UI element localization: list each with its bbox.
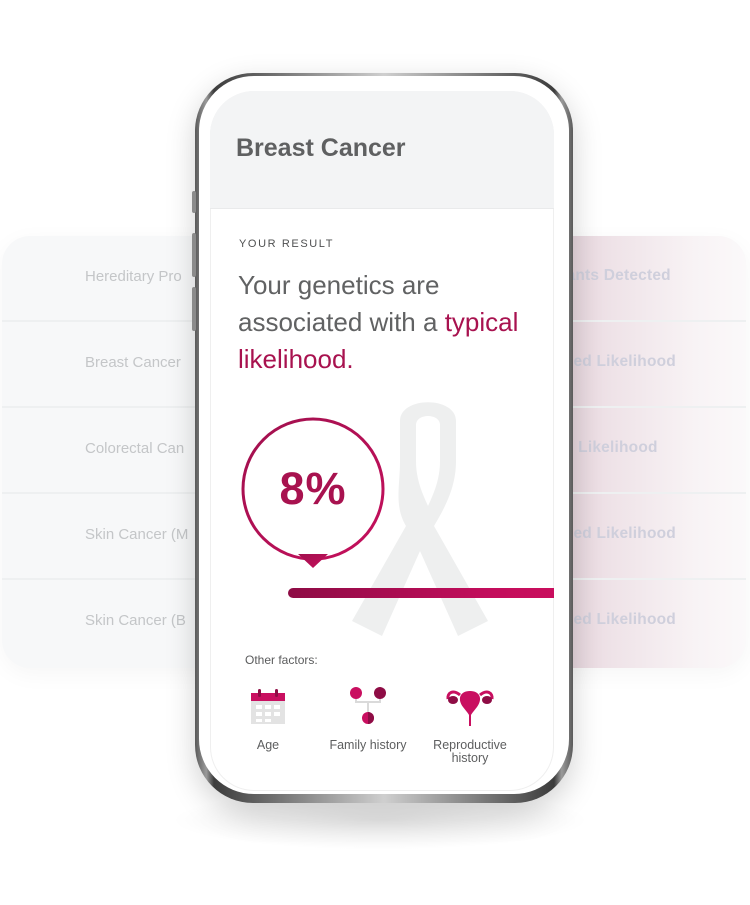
factor-age[interactable]: Age [213, 684, 323, 752]
other-factors-label: Other factors: [245, 653, 318, 667]
factor-label: Age [256, 738, 280, 752]
volume-up-button [192, 233, 196, 277]
list-item-label: Hereditary Pro [85, 268, 182, 285]
result-section-label: YOUR RESULT [239, 238, 335, 250]
family-tree-icon [350, 687, 386, 724]
result-headline: Your genetics are associated with a typi… [238, 267, 538, 378]
list-item-label: Skin Cancer (M [85, 526, 189, 543]
list-item-label: Colorectal Can [85, 440, 185, 457]
screen-header: Breast Cancer [210, 91, 554, 209]
factor-label: Reproductive history [433, 738, 507, 765]
phone-screen: Breast Cancer YOUR RESULT Your genetics … [210, 91, 554, 791]
list-item-label: Skin Cancer (B [85, 612, 186, 629]
list-item-label: Breast Cancer [85, 354, 181, 371]
likelihood-percent: 8% [279, 463, 347, 514]
phone-bezel: Breast Cancer YOUR RESULT Your genetics … [199, 76, 569, 794]
factor-family-history[interactable]: Family history [313, 684, 423, 752]
uterus-icon [446, 690, 494, 726]
page-title: Breast Cancer [236, 134, 406, 162]
factor-reproductive-history[interactable]: Reproductive history [415, 684, 525, 765]
likelihood-scale-bar [288, 588, 554, 598]
phone-frame: Breast Cancer YOUR RESULT Your genetics … [192, 73, 573, 803]
calendar-icon [251, 689, 285, 724]
headline-text: Your genetics are associated with a [238, 270, 440, 337]
factor-label: Family history [329, 738, 407, 752]
mute-switch [192, 191, 196, 213]
volume-down-button [192, 287, 196, 331]
